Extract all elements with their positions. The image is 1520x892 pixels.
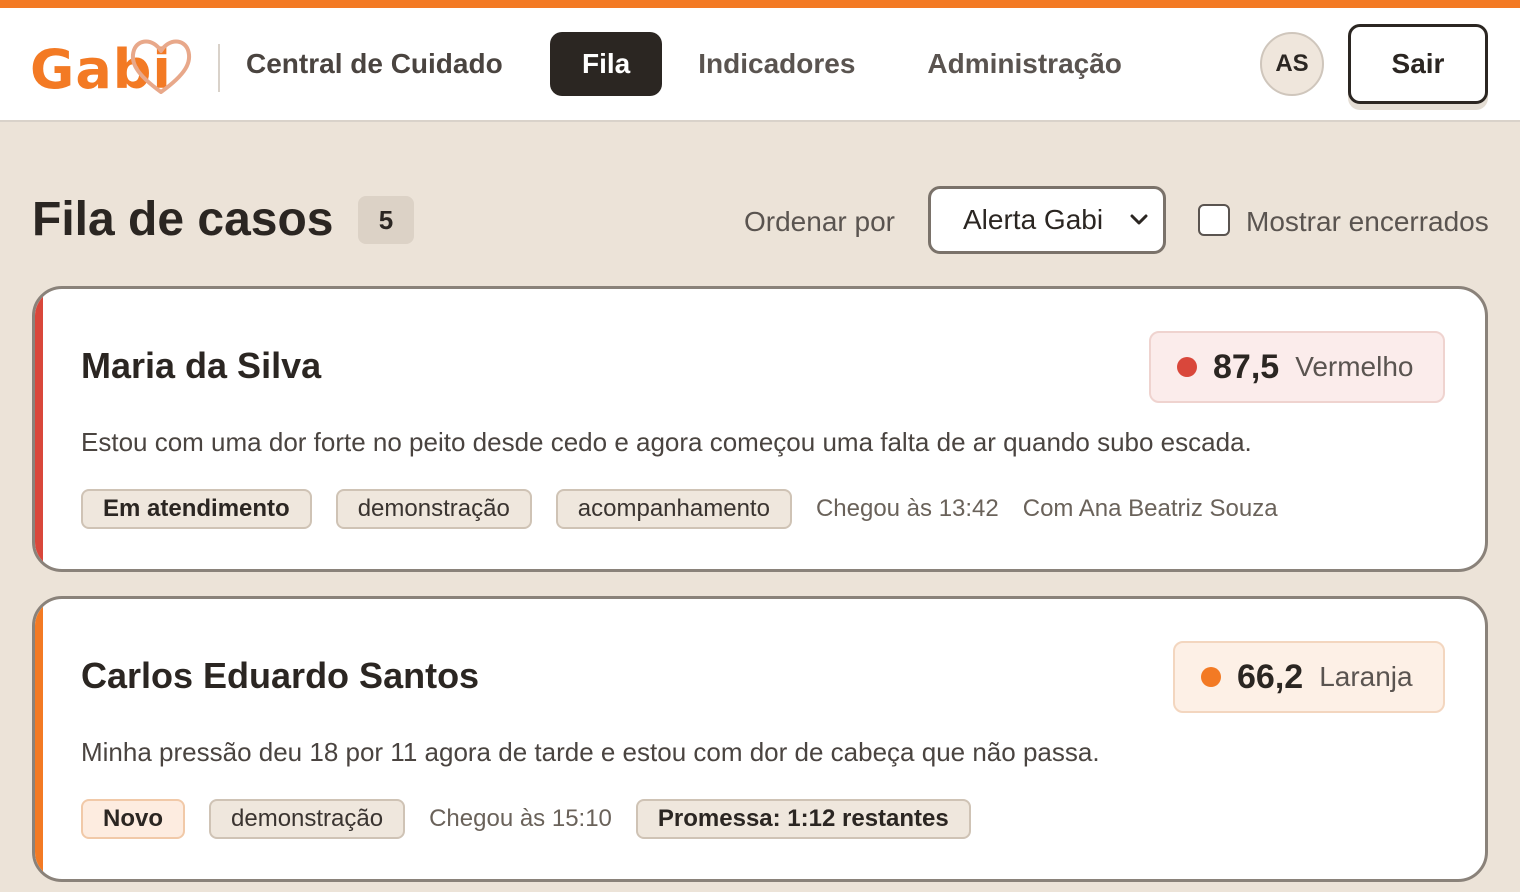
show-closed-label[interactable]: Mostrar encerrados bbox=[1246, 206, 1489, 238]
patient-name: Carlos Eduardo Santos bbox=[81, 655, 480, 696]
gabi-logo[interactable]: Gabi bbox=[30, 34, 198, 102]
status-badge: Em atendimento bbox=[81, 489, 312, 529]
show-closed-checkbox[interactable] bbox=[1198, 204, 1230, 236]
nav-item-fila[interactable]: Fila bbox=[550, 32, 663, 96]
top-accent-bar bbox=[0, 0, 1520, 8]
case-meta: Em atendimento demonstração acompanhamen… bbox=[81, 489, 1302, 529]
app-header: Gabi Central de Cuidado Fila Indicadores… bbox=[0, 8, 1520, 122]
arrival-time: Chegou às 15:10 bbox=[429, 805, 612, 832]
nav-item-administracao[interactable]: Administração bbox=[891, 32, 1158, 96]
assignee: Com Ana Beatriz Souza bbox=[1022, 495, 1278, 522]
page-title: Fila de casos bbox=[32, 193, 334, 246]
alert-score-badge: 87,5 Vermelho bbox=[1149, 331, 1445, 403]
logout-button[interactable]: Sair bbox=[1348, 24, 1488, 104]
alert-level: Vermelho bbox=[1295, 351, 1414, 382]
app-name: Central de Cuidado bbox=[246, 48, 503, 79]
header-divider bbox=[218, 44, 220, 92]
queue-toolbar: Fila de casos 5 Ordenar por Alerta Gabi … bbox=[32, 186, 1489, 254]
heart-icon bbox=[130, 39, 192, 94]
sort-label: Ordenar por bbox=[744, 206, 895, 237]
priority-stripe bbox=[35, 599, 43, 879]
status-badge: Novo bbox=[81, 799, 185, 839]
case-count-badge: 5 bbox=[358, 196, 414, 244]
priority-stripe bbox=[35, 289, 43, 569]
case-message: Minha pressão deu 18 por 11 agora de tar… bbox=[81, 737, 1100, 767]
user-avatar[interactable]: AS bbox=[1260, 32, 1324, 96]
tag-chip: acompanhamento bbox=[555, 489, 792, 529]
alert-score: 87,5 bbox=[1213, 347, 1280, 386]
arrival-time: Chegou às 13:42 bbox=[815, 495, 999, 522]
case-meta: Novo demonstração Chegou às 15:10 Promes… bbox=[81, 799, 995, 839]
case-message: Estou com uma dor forte no peito desde c… bbox=[81, 427, 1252, 457]
chevron-down-icon bbox=[1130, 214, 1148, 225]
main-nav: Fila Indicadores Administração bbox=[550, 32, 1158, 96]
alert-dot-icon bbox=[1201, 667, 1221, 687]
promise-badge: Promessa: 1:12 restantes bbox=[635, 799, 971, 839]
nav-item-indicadores[interactable]: Indicadores bbox=[662, 32, 891, 96]
alert-score: 66,2 bbox=[1237, 657, 1304, 696]
patient-name: Maria da Silva bbox=[81, 345, 322, 386]
alert-level: Laranja bbox=[1319, 661, 1413, 692]
sort-select[interactable]: Alerta Gabi bbox=[928, 186, 1166, 254]
case-card[interactable]: Maria da Silva 87,5 Vermelho Estou com u… bbox=[32, 286, 1488, 572]
tag-chip: demonstração bbox=[209, 799, 406, 839]
case-card[interactable]: Carlos Eduardo Santos 66,2 Laranja Minha… bbox=[32, 596, 1488, 882]
sort-selected-value: Alerta Gabi bbox=[963, 204, 1104, 235]
alert-dot-icon bbox=[1177, 357, 1197, 377]
tag-chip: demonstração bbox=[335, 489, 532, 529]
alert-score-badge: 66,2 Laranja bbox=[1173, 641, 1445, 713]
